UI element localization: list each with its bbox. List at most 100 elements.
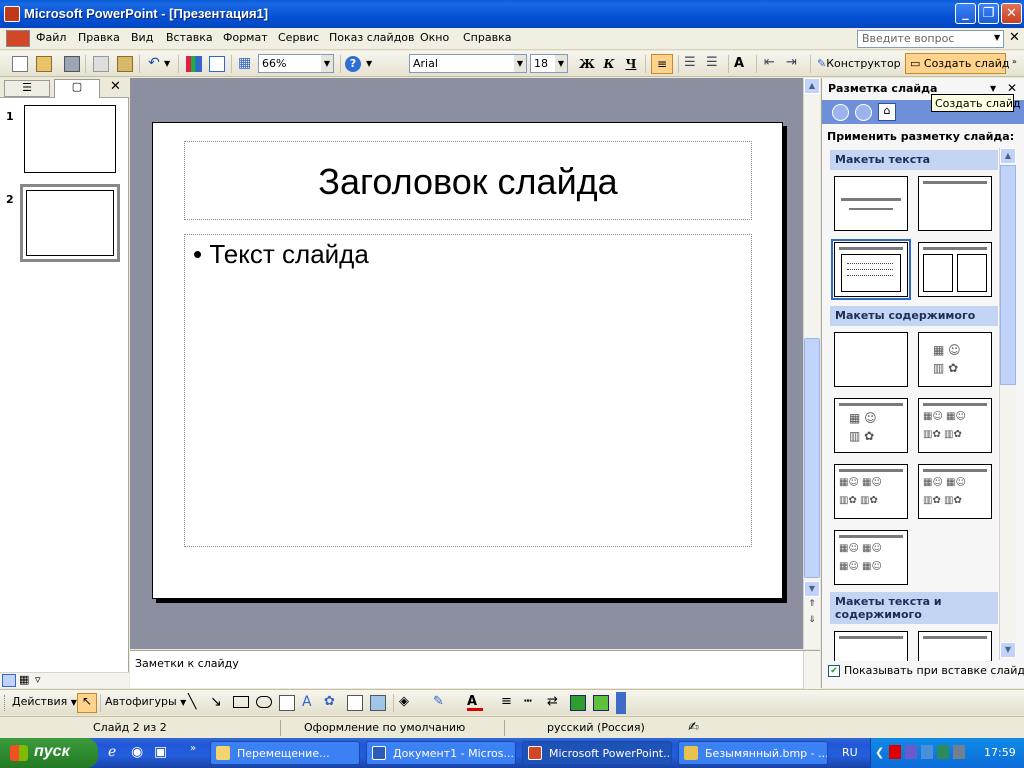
help-dropdown-icon[interactable]: ▼ — [366, 56, 382, 72]
designer-button[interactable]: ✎Конструктор — [814, 54, 904, 74]
slideshow-icon[interactable]: ▿ — [35, 673, 41, 686]
fill-color-icon[interactable]: ◈ — [399, 695, 415, 711]
scroll-thumb[interactable] — [1000, 165, 1016, 385]
layout-text-content-2[interactable] — [918, 631, 992, 661]
toolbar-overflow-icon[interactable]: » — [1012, 57, 1017, 66]
grid-icon[interactable]: ▦ — [238, 56, 254, 72]
numbered-list-icon[interactable]: ☰ — [684, 56, 700, 72]
layout-blank[interactable] — [834, 332, 908, 387]
copy-icon[interactable] — [93, 56, 109, 72]
diagram-icon[interactable]: ✿ — [324, 695, 340, 711]
forward-icon[interactable] — [855, 104, 872, 121]
language-indicator[interactable]: RU — [842, 746, 858, 759]
slide-thumbnail[interactable] — [24, 105, 116, 173]
slide-sorter-icon[interactable]: ▦ — [19, 673, 29, 686]
minimize-button[interactable]: _ — [955, 3, 976, 24]
show-on-insert-checkbox[interactable]: ✔ — [828, 665, 840, 677]
font-color-icon[interactable]: A — [467, 695, 483, 711]
align-left-button[interactable]: ≡ — [651, 54, 673, 74]
volume-icon[interactable] — [953, 745, 965, 759]
bullet-list-icon[interactable]: ☰ — [706, 56, 722, 72]
layout-title-text[interactable] — [831, 239, 911, 300]
wordart-icon[interactable]: A — [302, 695, 318, 711]
font-select[interactable]: Arial ▼ — [409, 54, 527, 73]
section-text-layouts[interactable]: Макеты текста — [830, 150, 998, 170]
media-icon[interactable]: ◉ — [131, 744, 143, 760]
slide-thumbnail-selected[interactable] — [20, 184, 120, 262]
close-task-pane-icon[interactable]: ✕ — [1007, 81, 1017, 95]
next-slide-icon[interactable]: ⇓ — [804, 615, 820, 631]
previous-slide-icon[interactable]: ⇑ — [804, 599, 820, 615]
arrow-style-icon[interactable]: ⇄ — [547, 695, 563, 711]
new-slide-button[interactable]: ▭ Создать слайд — [905, 53, 1009, 74]
section-content-layouts[interactable]: Макеты содержимого — [830, 306, 998, 326]
scroll-thumb[interactable] — [804, 338, 820, 578]
textbox-icon[interactable] — [279, 695, 295, 711]
line-icon[interactable]: ╲ — [188, 694, 196, 710]
tray-app-icon[interactable] — [921, 745, 933, 759]
font-size-select[interactable]: 18 ▼ — [530, 54, 568, 73]
back-icon[interactable] — [832, 104, 849, 121]
shadow-style-icon[interactable] — [570, 695, 586, 711]
menu-format[interactable]: Формат — [223, 31, 268, 44]
close-document-icon[interactable]: ✕ — [1009, 30, 1020, 45]
powerpoint-app-icon[interactable] — [4, 6, 20, 22]
actions-menu[interactable]: Действия ▼ — [12, 695, 77, 708]
normal-view-icon[interactable] — [2, 674, 16, 687]
antivirus-icon[interactable] — [889, 745, 901, 759]
arrow-icon[interactable]: ↘ — [210, 694, 222, 710]
italic-button[interactable]: К — [599, 55, 619, 73]
increase-font-icon[interactable]: A — [734, 56, 750, 72]
menu-tools[interactable]: Сервис — [278, 31, 319, 44]
home-icon[interactable]: ⌂ — [878, 103, 896, 121]
layout-two-columns[interactable] — [918, 242, 992, 297]
scroll-up-icon[interactable]: ▲ — [1000, 148, 1016, 164]
vertical-scrollbar[interactable]: ▲ ▼ ⇑ ⇓ — [803, 78, 820, 649]
print-icon[interactable] — [64, 56, 80, 72]
tray-collapse-icon[interactable]: ❮ — [875, 746, 884, 759]
tray-app-icon[interactable] — [937, 745, 949, 759]
layout-content[interactable]: ▦ ☺ ▥ ✿ — [918, 332, 992, 387]
section-text-content-layouts[interactable]: Макеты текста и содержимого — [830, 592, 998, 624]
quicklaunch-more-icon[interactable]: » — [190, 743, 196, 754]
undo-icon[interactable]: ↶ — [146, 56, 162, 72]
insert-table-icon[interactable] — [209, 56, 225, 72]
menu-window[interactable]: Окно — [420, 31, 449, 44]
menu-view[interactable]: Вид — [131, 31, 153, 44]
slide-body[interactable]: • Текст слайда — [184, 234, 752, 547]
notes-scrollbar[interactable] — [803, 651, 820, 689]
network-icon[interactable] — [905, 745, 917, 759]
ie-icon[interactable]: ℯ — [108, 744, 116, 760]
document-icon[interactable] — [6, 30, 30, 47]
menu-slideshow[interactable]: Показ слайдов — [329, 31, 415, 44]
scroll-down-icon[interactable]: ▼ — [804, 581, 820, 597]
task-pane-menu-icon[interactable]: ▼ — [990, 84, 996, 93]
spelling-icon[interactable]: ✍ — [688, 720, 699, 735]
layout-text-content[interactable] — [834, 631, 908, 661]
close-panel-icon[interactable]: ✕ — [110, 79, 121, 94]
bold-button[interactable]: Ж — [577, 55, 597, 73]
layout-title-slide[interactable] — [834, 176, 908, 231]
zoom-select[interactable]: 66% ▼ — [258, 54, 334, 73]
taskbar-item-folder[interactable]: Перемещение... — [210, 741, 360, 765]
new-document-icon[interactable] — [12, 56, 28, 72]
ask-question-input[interactable]: Введите вопрос — [857, 30, 1004, 48]
tab-slides[interactable]: ▢ — [54, 79, 100, 98]
taskbar-item-paint[interactable]: Безымянный.bmp - ... — [678, 741, 828, 765]
layout-title-content-3[interactable]: ▦☺ ▦☺ ▥✿ ▥✿ — [918, 464, 992, 519]
dash-style-icon[interactable]: ┅ — [524, 695, 540, 711]
help-icon[interactable]: ? — [345, 56, 361, 72]
menu-insert[interactable]: Вставка — [166, 31, 213, 44]
tab-outline[interactable]: ☰ — [4, 80, 50, 97]
maximize-button[interactable]: ❐ — [978, 3, 999, 24]
layout-title-content-2[interactable]: ▦☺ ▦☺ ▥✿ ▥✿ — [834, 464, 908, 519]
increase-indent-icon[interactable]: ⇥ — [786, 56, 802, 72]
oval-icon[interactable] — [256, 696, 272, 708]
notes-pane[interactable]: Заметки к слайду — [130, 650, 820, 689]
ask-dropdown-icon[interactable]: ▼ — [994, 33, 1000, 42]
line-color-icon[interactable]: ✎ — [433, 695, 449, 711]
layout-four-content[interactable]: ▦☺ ▦☺ ▦☺ ▦☺ — [834, 530, 908, 585]
clipart-icon[interactable] — [347, 695, 363, 711]
underline-button[interactable]: Ч — [621, 55, 641, 73]
taskbar-item-powerpoint[interactable]: Microsoft PowerPoint... — [522, 741, 672, 765]
